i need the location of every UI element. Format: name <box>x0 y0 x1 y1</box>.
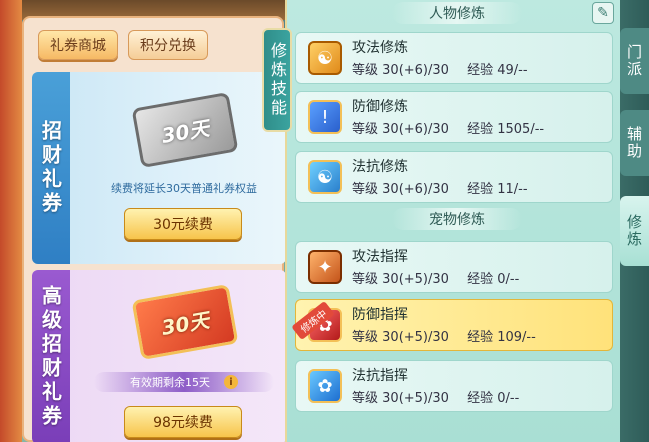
tab-points-exchange[interactable]: 积分兑换 <box>128 30 208 60</box>
section-header-character: 人物修炼 <box>392 2 522 24</box>
level-label: 等级 <box>352 63 379 78</box>
skill-row-magic-resist-cultivation[interactable]: ☯ 法抗修炼 等级 30(+6)/30 经验 11/-- <box>295 151 613 203</box>
gift-voucher-shop-panel: 礼券商城 积分兑换 招财礼券 30天 续费将延长30天普通礼券权益 30元续费 … <box>22 16 286 442</box>
tab-cultivation[interactable]: 修炼 <box>620 196 649 266</box>
background-left-strip <box>0 0 22 442</box>
exp-value: 0/-- <box>497 391 520 406</box>
tab-label: 门派 <box>625 44 643 78</box>
skill-stats: 等级 30(+6)/30 经验 11/-- <box>352 178 528 197</box>
info-icon[interactable]: i <box>224 375 238 389</box>
voucher-card-basic: 招财礼券 30天 续费将延长30天普通礼券权益 30元续费 <box>32 72 286 264</box>
skill-name: 攻法指挥 <box>352 249 408 265</box>
exp-label: 经验 <box>467 272 494 287</box>
skill-name: 攻法修炼 <box>352 40 408 56</box>
skill-stats: 等级 30(+6)/30 经验 49/-- <box>352 59 528 78</box>
tab-assist[interactable]: 辅助 <box>620 110 649 176</box>
voucher-card-note: 续费将延长30天普通礼券权益 <box>94 178 274 198</box>
renew-30-button[interactable]: 30元续费 <box>124 208 242 240</box>
exp-value: 1505/-- <box>497 122 545 137</box>
ticket-text: 30天 <box>159 115 211 148</box>
exp-value: 0/-- <box>497 272 520 287</box>
level-label: 等级 <box>352 182 379 197</box>
level-label: 等级 <box>352 391 379 406</box>
skill-stats: 等级 30(+5)/30 经验 0/-- <box>352 268 519 287</box>
exp-label: 经验 <box>467 63 494 78</box>
tab-label: 辅助 <box>625 126 643 160</box>
shield-icon: ! <box>308 100 342 134</box>
silver-ticket-icon: 30天 <box>131 91 239 169</box>
meditating-monk-icon: ☯ <box>308 41 342 75</box>
skill-name: 法抗指挥 <box>352 368 408 384</box>
exp-value: 11/-- <box>497 182 528 197</box>
level-value: 30(+6)/30 <box>382 63 449 78</box>
tab-label: 修炼 <box>625 214 643 248</box>
skill-stats: 等级 30(+5)/30 经验 0/-- <box>352 387 519 406</box>
claw-icon: ✦ <box>308 250 342 284</box>
exp-value: 109/-- <box>497 330 536 345</box>
level-value: 30(+5)/30 <box>382 330 449 345</box>
skill-row-defense-cultivation[interactable]: ! 防御修炼 等级 30(+6)/30 经验 1505/-- <box>295 91 613 143</box>
card-note-text: 续费将延长30天普通礼券权益 <box>111 182 257 195</box>
skill-name: 防御指挥 <box>352 307 408 323</box>
level-label: 等级 <box>352 272 379 287</box>
skill-row-attack-cultivation[interactable]: ☯ 攻法修炼 等级 30(+6)/30 经验 49/-- <box>295 32 613 84</box>
level-value: 30(+6)/30 <box>382 182 449 197</box>
exp-label: 经验 <box>467 391 494 406</box>
cultivation-panel: ✎ 人物修炼 ☯ 攻法修炼 等级 30(+6)/30 经验 49/-- ! 防御… <box>285 0 620 442</box>
exp-label: 经验 <box>467 330 494 345</box>
voucher-card-note: 有效期剩余15天 i <box>94 372 274 392</box>
voucher-card-title: 招财礼券 <box>38 120 63 216</box>
skill-name: 防御修炼 <box>352 99 408 115</box>
level-value: 30(+6)/30 <box>382 122 449 137</box>
skill-row-pet-attack[interactable]: ✦ 攻法指挥 等级 30(+5)/30 经验 0/-- <box>295 241 613 293</box>
shop-tab-bar: 礼券商城 积分兑换 <box>38 30 208 60</box>
exp-label: 经验 <box>467 122 494 137</box>
voucher-card-side-label: 高级招财礼券 <box>32 270 70 442</box>
paw-magic-icon: ✿ <box>308 369 342 403</box>
red-ticket-icon: 30天 <box>131 283 239 361</box>
skill-row-pet-magic-resist[interactable]: ✿ 法抗指挥 等级 30(+5)/30 经验 0/-- <box>295 360 613 412</box>
skill-stats: 等级 30(+6)/30 经验 1505/-- <box>352 118 544 137</box>
exp-value: 49/-- <box>497 63 528 78</box>
ticket-text: 30天 <box>159 307 211 340</box>
exp-label: 经验 <box>467 182 494 197</box>
renew-98-button[interactable]: 98元续费 <box>124 406 242 438</box>
cultivation-skills-title-text: 修炼技能 <box>268 42 287 118</box>
tab-voucher-shop[interactable]: 礼券商城 <box>38 30 118 60</box>
skill-row-pet-defense[interactable]: ✿ 修炼中 防御指挥 等级 30(+5)/30 经验 109/-- <box>291 299 613 351</box>
voucher-card-premium: 高级招财礼券 30天 有效期剩余15天 i 98元续费 <box>32 270 286 442</box>
level-label: 等级 <box>352 122 379 137</box>
edit-icon[interactable]: ✎ <box>592 2 614 24</box>
skill-name: 法抗修炼 <box>352 159 408 175</box>
level-label: 等级 <box>352 330 379 345</box>
taiji-shield-icon: ☯ <box>308 160 342 194</box>
card-note-text: 有效期剩余15天 <box>130 376 210 389</box>
section-header-pet: 宠物修炼 <box>392 208 522 230</box>
tab-sect[interactable]: 门派 <box>620 28 649 94</box>
level-value: 30(+5)/30 <box>382 272 449 287</box>
voucher-card-title: 高级招财礼券 <box>38 285 63 429</box>
cultivation-skills-title: 修炼技能 <box>262 28 292 132</box>
voucher-card-side-label: 招财礼券 <box>32 72 70 264</box>
skill-stats: 等级 30(+5)/30 经验 109/-- <box>352 326 536 345</box>
level-value: 30(+5)/30 <box>382 391 449 406</box>
